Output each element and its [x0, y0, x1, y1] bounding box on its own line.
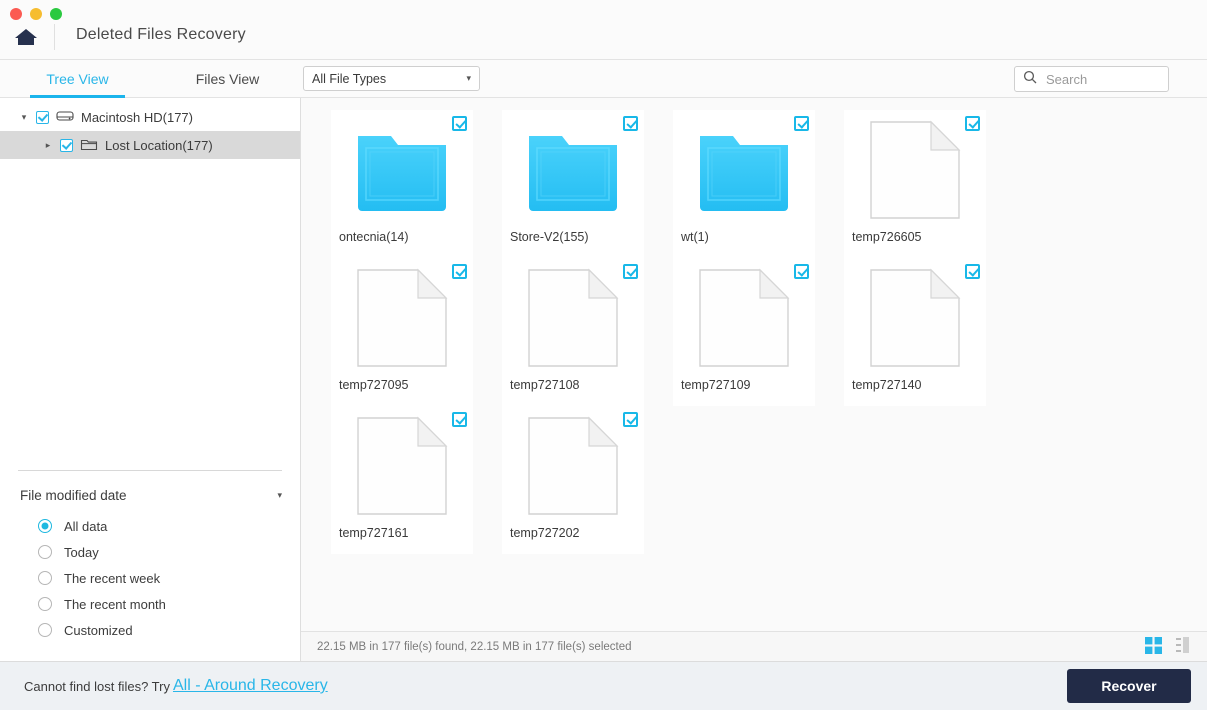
file-name-label: temp727109	[673, 378, 815, 392]
tree-item-macintosh-hd[interactable]: ▾ Macintosh HD(177)	[0, 103, 300, 131]
radio-indicator[interactable]	[38, 597, 52, 611]
file-type-filter-value: All File Types	[312, 72, 386, 86]
search-box[interactable]: Search	[1014, 66, 1169, 92]
title-divider	[54, 24, 55, 50]
file-select-checkbox[interactable]	[794, 264, 809, 279]
footer-prompt: Cannot find lost files? Try	[24, 679, 170, 694]
home-icon[interactable]	[14, 27, 38, 47]
minimize-button[interactable]	[30, 8, 42, 20]
content-panel: ontecnia(14) Store-V2(155) wt(1) temp726…	[301, 98, 1207, 661]
tab-files-view-label: Files View	[196, 71, 260, 87]
sidebar: ▾ Macintosh HD(177) ▸	[0, 98, 301, 661]
harddisk-icon	[56, 109, 74, 126]
file-tile[interactable]: temp726605	[844, 110, 986, 258]
radio-label: All data	[64, 519, 107, 534]
divider	[18, 470, 282, 471]
list-view-icon[interactable]	[1176, 637, 1193, 657]
file-tile[interactable]: temp727161	[331, 406, 473, 554]
radio-label: Customized	[64, 623, 133, 638]
file-select-checkbox[interactable]	[794, 116, 809, 131]
radio-label: The recent month	[64, 597, 166, 612]
status-text: 22.15 MB in 177 file(s) found, 22.15 MB …	[317, 641, 632, 653]
file-tile[interactable]: temp727140	[844, 258, 986, 406]
footer-bar: Cannot find lost files? Try All - Around…	[0, 661, 1207, 710]
filter-title: File modified date	[20, 488, 127, 503]
chevron-down-icon[interactable]: ▾	[18, 112, 30, 123]
file-name-label: temp727140	[844, 378, 986, 392]
tree-item-checkbox[interactable]	[36, 111, 49, 124]
maximize-button[interactable]	[50, 8, 62, 20]
folder-icon	[80, 137, 98, 154]
tree-item-lost-location[interactable]: ▸ Lost Location(177)	[0, 131, 300, 159]
chevron-down-icon: ▾	[466, 73, 471, 84]
radio-indicator[interactable]	[38, 545, 52, 559]
file-select-checkbox[interactable]	[452, 264, 467, 279]
file-name-label: ontecnia(14)	[331, 230, 473, 244]
file-select-checkbox[interactable]	[965, 116, 980, 131]
filter-options: All data Today The recent week The recen…	[0, 505, 300, 643]
title-bar: Deleted Files Recovery	[0, 0, 1207, 60]
radio-recent-week[interactable]: The recent week	[38, 565, 300, 591]
file-select-checkbox[interactable]	[623, 412, 638, 427]
tab-files-view[interactable]: Files View	[170, 60, 285, 98]
close-button[interactable]	[10, 8, 22, 20]
radio-indicator[interactable]	[38, 571, 52, 585]
radio-today[interactable]: Today	[38, 539, 300, 565]
file-tile[interactable]: ontecnia(14)	[331, 110, 473, 258]
search-input-placeholder: Search	[1046, 72, 1087, 87]
file-select-checkbox[interactable]	[452, 116, 467, 131]
file-name-label: temp727161	[331, 526, 473, 540]
file-select-checkbox[interactable]	[623, 116, 638, 131]
search-icon	[1023, 70, 1037, 89]
file-select-checkbox[interactable]	[623, 264, 638, 279]
window-controls	[10, 8, 62, 20]
file-type-filter-select[interactable]: All File Types ▾	[303, 66, 480, 91]
app-window: Deleted Files Recovery Tree View Files V…	[0, 0, 1207, 710]
file-name-label: temp726605	[844, 230, 986, 244]
file-name-label: temp727095	[331, 378, 473, 392]
radio-label: The recent week	[64, 571, 160, 586]
file-tile[interactable]: temp727108	[502, 258, 644, 406]
file-tile[interactable]: Store-V2(155)	[502, 110, 644, 258]
tree-item-label: Lost Location(177)	[105, 138, 213, 153]
radio-indicator[interactable]	[38, 623, 52, 637]
radio-customized[interactable]: Customized	[38, 617, 300, 643]
view-toggle-group	[1145, 637, 1193, 657]
radio-all-data[interactable]: All data	[38, 513, 300, 539]
file-tile[interactable]: temp727202	[502, 406, 644, 554]
recover-button[interactable]: Recover	[1067, 669, 1191, 703]
file-modified-date-filter: File modified date ▾ All data Today The …	[0, 470, 300, 661]
file-select-checkbox[interactable]	[452, 412, 467, 427]
tab-tree-view-label: Tree View	[46, 71, 108, 87]
location-tree: ▾ Macintosh HD(177) ▸	[0, 98, 300, 159]
chevron-down-icon[interactable]: ▾	[277, 490, 282, 501]
view-tabs: Tree View Files View	[0, 60, 285, 98]
tree-item-label: Macintosh HD(177)	[81, 110, 193, 125]
tree-item-checkbox[interactable]	[60, 139, 73, 152]
file-tile[interactable]: wt(1)	[673, 110, 815, 258]
tab-tree-view[interactable]: Tree View	[20, 60, 135, 98]
filter-header[interactable]: File modified date ▾	[0, 485, 300, 505]
radio-indicator[interactable]	[38, 519, 52, 533]
file-select-checkbox[interactable]	[965, 264, 980, 279]
file-name-label: Store-V2(155)	[502, 230, 644, 244]
file-tile[interactable]: temp727109	[673, 258, 815, 406]
file-tile[interactable]: temp727095	[331, 258, 473, 406]
page-title: Deleted Files Recovery	[76, 26, 246, 44]
file-grid: ontecnia(14) Store-V2(155) wt(1) temp726…	[301, 98, 1207, 631]
file-name-label: temp727202	[502, 526, 644, 540]
status-bar: 22.15 MB in 177 file(s) found, 22.15 MB …	[301, 631, 1207, 661]
chevron-right-icon[interactable]: ▸	[42, 140, 54, 151]
file-name-label: wt(1)	[673, 230, 815, 244]
file-name-label: temp727108	[502, 378, 644, 392]
radio-label: Today	[64, 545, 99, 560]
grid-view-icon[interactable]	[1145, 637, 1162, 657]
radio-recent-month[interactable]: The recent month	[38, 591, 300, 617]
all-around-recovery-link[interactable]: All - Around Recovery	[173, 677, 328, 695]
main-body: ▾ Macintosh HD(177) ▸	[0, 98, 1207, 661]
